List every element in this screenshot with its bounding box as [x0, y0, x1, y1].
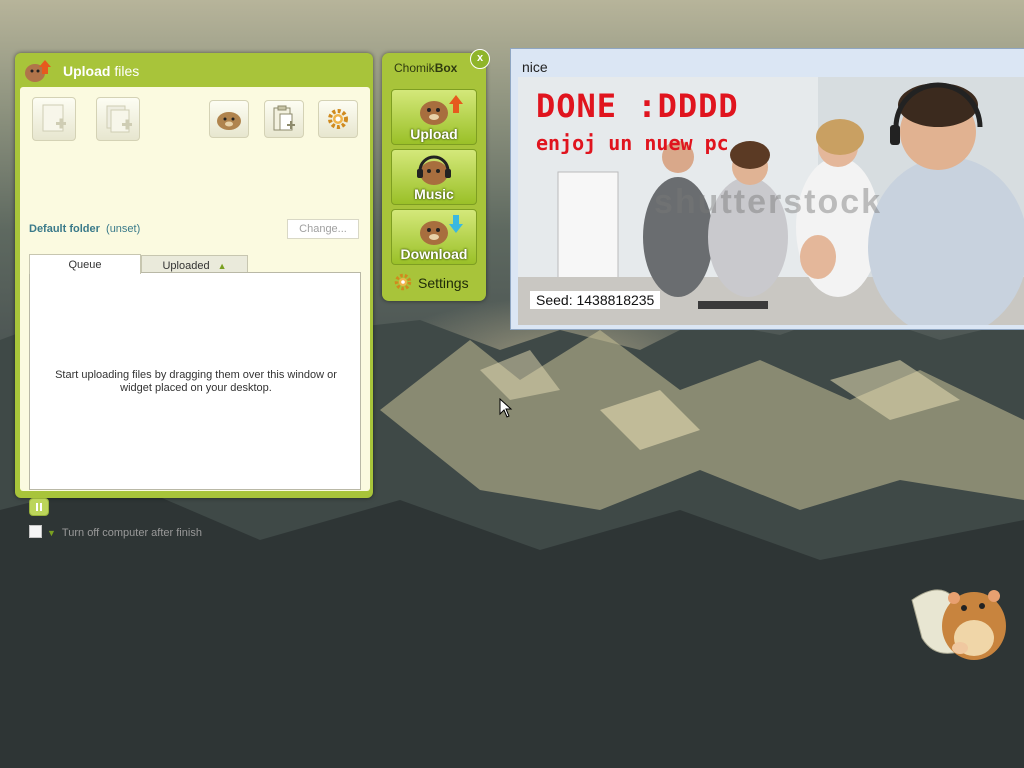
hamster-headphones-icon [417, 155, 451, 185]
turn-off-checkbox[interactable] [29, 525, 42, 538]
hamster-upload-icon [420, 95, 463, 125]
tab-uploaded[interactable]: Uploaded ▲ [141, 255, 248, 273]
gear-icon [328, 109, 348, 129]
uploaded-arrow-icon: ▲ [217, 261, 227, 271]
upload-window-body: Default folder (unset) Change... Queue U… [20, 87, 370, 539]
nice-window: nice DONE :DDDD enjoj un nuew pc shutter… [510, 48, 1024, 330]
chomikbox-music-button[interactable]: Music [391, 149, 477, 205]
upload-label: Upload [410, 126, 458, 142]
chomik-upload-icon [25, 60, 51, 82]
done-headline: DONE :DDDD [536, 87, 739, 125]
chomikbox-widget: ChomikBox x Upload Music Download Settin… [382, 49, 490, 301]
chomikbox-close-button[interactable]: x [470, 49, 490, 69]
add-folder-icon [106, 105, 132, 133]
mouse-cursor-icon [499, 398, 513, 418]
add-file-icon [42, 104, 66, 132]
upload-window-title: Upload files [63, 63, 140, 79]
nice-window-image: DONE :DDDD enjoj un nuew pc shutterstock… [518, 77, 1024, 325]
add-file-button[interactable] [32, 97, 76, 141]
chomik-account-button[interactable] [209, 100, 249, 138]
upload-settings-button[interactable] [318, 100, 358, 138]
enjoy-subline: enjoj un nuew pc [536, 131, 729, 155]
hamster-mascot-icon[interactable] [908, 578, 1014, 668]
music-label: Music [414, 186, 454, 202]
pause-button[interactable] [29, 498, 49, 516]
upload-window-titlebar[interactable]: Upload files [15, 53, 373, 87]
hamster-download-icon [420, 215, 463, 245]
watermark-text: shutterstock [654, 183, 883, 221]
add-folder-button[interactable] [96, 97, 140, 141]
settings-gear-icon [394, 273, 412, 291]
clipboard-add-icon [273, 105, 295, 131]
queue-empty-message: Start uploading files by dragging them o… [55, 369, 337, 394]
chomikbox-title: ChomikBox [394, 61, 458, 75]
upload-files-window: Upload files Default folder (unset) Chan… [15, 53, 373, 539]
settings-label: Settings [418, 275, 469, 291]
turn-off-label: Turn off computer after finish [61, 527, 202, 539]
hamster-icon [217, 112, 241, 130]
default-folder-value: (unset) [106, 223, 141, 235]
download-label: Download [400, 246, 468, 262]
turn-off-option[interactable]: ▼ Turn off computer after finish [29, 525, 202, 539]
chomikbox-download-button[interactable]: Download [391, 209, 477, 265]
default-folder-label: Default folder (unset) [29, 223, 141, 235]
change-folder-button[interactable]: Change... [287, 219, 359, 239]
chomikbox-settings-link[interactable]: Settings [394, 273, 469, 291]
tab-queue[interactable]: Queue [29, 254, 141, 274]
nice-window-title[interactable]: nice [522, 59, 548, 75]
paste-button[interactable] [264, 100, 304, 138]
queue-list[interactable]: Start uploading files by dragging them o… [29, 272, 361, 490]
chomikbox-upload-button[interactable]: Upload [391, 89, 477, 145]
seed-label: Seed: 1438818235 [530, 291, 661, 309]
triangle-down-icon: ▼ [47, 528, 56, 538]
